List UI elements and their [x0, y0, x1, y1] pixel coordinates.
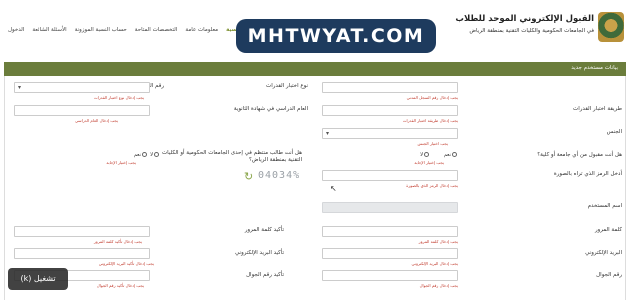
- username-field: [322, 202, 458, 213]
- brand-subtitle: في الجامعات الحكومية والكليات التقنية بم…: [469, 28, 594, 34]
- email-label: البريد الإلكتروني: [585, 250, 622, 256]
- mouse-cursor-icon: ↖: [330, 184, 337, 193]
- mobile-label: رقم الجوال: [596, 272, 622, 278]
- accepted-yes-label: نعم: [443, 152, 451, 158]
- nav-majors[interactable]: التخصصات المتاحة: [135, 27, 178, 33]
- test-method-input[interactable]: [322, 105, 458, 116]
- accepted-label: هل أنت مقبول من أي جامعة أو كلية؟: [537, 152, 622, 158]
- national-id-error: يجب إدخال رقم السجل المدني: [406, 95, 458, 100]
- confirm-password-label: تأكيد كلمة المرور: [244, 227, 284, 233]
- email-error: يجب إدخال البريد الإلكتروني: [411, 261, 459, 266]
- test-method-error: يجب إدخال طريقة اختبار القدرات: [402, 118, 458, 123]
- mobile-error: يجب إدخال رقم الجوال: [419, 283, 458, 288]
- section-header: بيانات مستخدم جديد: [4, 62, 626, 76]
- gender-select[interactable]: [322, 128, 458, 139]
- ability-type-label: نوع اختبار القدرات: [266, 83, 308, 89]
- username-label: اسم المستخدم: [587, 203, 622, 209]
- nav-faq[interactable]: الأسئلة الشائعة: [32, 27, 66, 33]
- confirm-email-error: يجب إدخال تأكيد البريد الإلكتروني: [98, 261, 154, 266]
- radio-icon: [142, 152, 147, 157]
- email-input[interactable]: [322, 248, 458, 259]
- accepted-error: يجب إختيار الإجابة: [414, 160, 444, 165]
- password-input[interactable]: [322, 226, 458, 237]
- nav-login[interactable]: الدخول: [8, 27, 24, 33]
- accepted-no-label: لا: [420, 152, 423, 158]
- grad-year-label: العام الدراسي في شهادة الثانوية: [233, 106, 308, 112]
- confirm-password-error: يجب إدخال تأكيد كلمة المرور: [93, 239, 142, 244]
- accepted-yes[interactable]: نعم: [444, 152, 458, 158]
- enrolled-no[interactable]: لا: [150, 152, 160, 158]
- grad-year-input[interactable]: [14, 105, 150, 116]
- password-label: كلمة المرور: [594, 227, 622, 233]
- university-logo-icon: [598, 12, 624, 42]
- section-title: بيانات مستخدم جديد: [571, 65, 618, 71]
- captcha-image: 04034%: [258, 170, 301, 181]
- radio-icon: [452, 152, 457, 157]
- captcha-label: أدخل الرمز الذي تراه بالصورة: [553, 171, 622, 177]
- confirm-email-input[interactable]: [14, 248, 150, 259]
- enrolled-error: يجب إختيار الإجابة: [106, 160, 136, 165]
- ability-type-select[interactable]: [14, 82, 150, 93]
- confirm-mobile-error: يجب إدخال تأكيد رقم الجوال: [96, 283, 144, 288]
- play-keyboard-hint[interactable]: تشغيل (k): [8, 268, 68, 290]
- gender-error: يجب اختيار الجنس: [417, 141, 448, 146]
- accepted-no[interactable]: لا: [420, 152, 430, 158]
- ability-type-error: يجب إدخال نوع اختبار القدرات: [93, 95, 144, 100]
- enrolled-no-label: لا: [150, 152, 153, 158]
- radio-icon: [154, 152, 159, 157]
- confirm-password-input[interactable]: [14, 226, 150, 237]
- enrolled-yes[interactable]: نعم: [134, 152, 148, 158]
- site-header: الرئيسية معلومات عامة التخصصات المتاحة ح…: [0, 0, 630, 58]
- gender-label: الجنس: [606, 129, 622, 135]
- radio-icon: [424, 152, 429, 157]
- mobile-input[interactable]: [322, 270, 458, 281]
- captcha-error: يجب إدخال الرمز الذي بالصورة: [406, 183, 458, 188]
- grad-year-error: يجب إدخال العام الدراسي: [74, 118, 118, 123]
- brand-title: القبول الإلكتروني الموحد للطلاب: [455, 14, 594, 24]
- captcha-input[interactable]: [322, 170, 458, 181]
- test-method-label: طريقة اختبار القدرات: [573, 106, 622, 112]
- enrolled-label: هل أنت طالب منتظم في إحدى الجامعات الحكو…: [162, 150, 302, 163]
- refresh-icon[interactable]: ↻: [244, 170, 253, 183]
- confirm-email-label: تأكيد البريد الإلكتروني: [234, 250, 284, 256]
- enrolled-yes-label: نعم: [133, 152, 141, 158]
- national-id-input[interactable]: [322, 82, 458, 93]
- brand: القبول الإلكتروني الموحد للطلاب في الجام…: [404, 14, 594, 34]
- nav-weighted-ratio[interactable]: حساب النسبة الموزونة: [75, 27, 127, 33]
- password-error: يجب إدخال كلمة المرور: [418, 239, 458, 244]
- main-nav: الرئيسية معلومات عامة التخصصات المتاحة ح…: [8, 27, 249, 33]
- confirm-mobile-label: تأكيد رقم الجوال: [246, 272, 284, 278]
- nav-general-info[interactable]: معلومات عامة: [185, 27, 218, 33]
